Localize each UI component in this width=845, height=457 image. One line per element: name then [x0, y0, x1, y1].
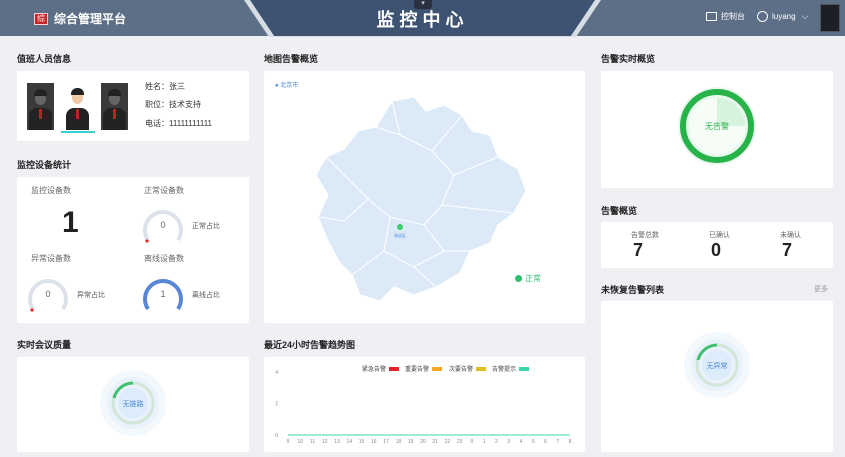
- abnormal-ratio-gauge: 0: [28, 279, 68, 313]
- realtime-alarm-ring: 无告警: [678, 87, 756, 165]
- x-tick-label: 12: [322, 439, 328, 445]
- x-tick-label: 6: [544, 439, 547, 445]
- user-menu-chevron-icon[interactable]: ⌵: [802, 11, 809, 22]
- x-tick-label: 14: [347, 439, 353, 445]
- trend-chart: 0249 10 11 12 13 14 15 16 17 18 19 20 21 22 23 0 1 2 3 4 5 6 7…: [275, 370, 572, 445]
- staff-avatar-left: [27, 83, 54, 130]
- x-tick-label: 22: [445, 439, 451, 445]
- devices-card: 监控设备数 1 正常设备数 0 正常占比 异常设备数 0 异常占比 离线设备数 …: [17, 177, 249, 323]
- abnormal-devices-label: 异常设备数: [31, 254, 71, 263]
- x-tick-label: 0: [471, 439, 474, 445]
- more-link[interactable]: 更多: [814, 284, 828, 294]
- x-tick-label: 18: [396, 439, 402, 445]
- alarm-unconfirmed-value[interactable]: 7: [782, 240, 792, 261]
- beijing-map[interactable]: 海淀区: [304, 91, 544, 321]
- x-tick-label: 10: [297, 439, 303, 445]
- x-tick-label: 15: [359, 439, 365, 445]
- offline-ratio-label: 离线占比: [192, 292, 220, 299]
- abnormal-gauge-value: 0: [45, 289, 50, 299]
- unrecovered-card: 无异常: [601, 301, 833, 452]
- staff-avatar-current[interactable]: [61, 81, 95, 133]
- x-tick-label: 2: [495, 439, 498, 445]
- x-tick-label: 9: [287, 439, 290, 445]
- x-tick-label: 7: [556, 439, 559, 445]
- trend-card: 紧急告警 重要告警 次要告警 告警提示 0 2 4 9 10 11 12 13 14 15 16 17 18 1…: [264, 357, 585, 452]
- x-tick-label: 13: [334, 439, 340, 445]
- map-section-title: 地图告警概览: [264, 54, 319, 64]
- staff-position: 职位：技术支持: [145, 100, 201, 109]
- console-link[interactable]: 控制台: [721, 11, 745, 22]
- offline-devices-label: 离线设备数: [144, 254, 184, 263]
- alarm-confirmed-label: 已确认: [709, 232, 730, 239]
- y-tick-label: 4: [275, 370, 278, 376]
- staff-phone: 电话：11111111111: [145, 119, 213, 128]
- meeting-card: 无链路: [17, 357, 249, 452]
- realtime-section-title: 告警实时概览: [601, 54, 656, 64]
- status-ok-icon: [515, 275, 522, 282]
- offline-ratio-gauge: 1: [143, 279, 183, 311]
- total-devices-value: 1: [62, 206, 79, 239]
- map-card[interactable]: ● 北京市 海淀区 正常: [264, 71, 585, 323]
- page-title: 监控中心: [376, 10, 469, 30]
- x-tick-label: 5: [532, 439, 535, 445]
- meeting-section-title: 实时会议质量: [17, 340, 72, 350]
- x-tick-label: 23: [457, 439, 463, 445]
- y-tick-label: 2: [275, 402, 278, 408]
- map-status-legend: 正常: [515, 273, 541, 284]
- y-tick-label: 0: [275, 433, 278, 439]
- staff-section-title: 值班人员信息: [17, 54, 72, 64]
- alarm-unconfirmed-label: 未确认: [780, 232, 801, 239]
- x-tick-label: 4: [520, 439, 523, 445]
- overview-card: 告警总数 7 已确认 0 未确认 7: [601, 222, 833, 268]
- map-marker-label: 海淀区: [394, 232, 406, 238]
- alarm-total-label: 告警总数: [631, 232, 659, 239]
- chevron-down-icon[interactable]: ▾: [414, 0, 432, 9]
- normal-ratio-label: 正常占比: [192, 223, 220, 230]
- staff-name: 姓名：张三: [145, 82, 185, 91]
- devices-section-title: 监控设备统计: [17, 160, 72, 170]
- total-devices-label: 监控设备数: [31, 186, 71, 195]
- abnormal-ratio-label: 异常占比: [77, 292, 105, 299]
- x-tick-label: 3: [507, 439, 510, 445]
- alarm-confirmed-value[interactable]: 0: [711, 240, 721, 261]
- normal-gauge-value: 0: [160, 220, 165, 230]
- unrecovered-section-title: 未恢复告警列表: [601, 285, 665, 295]
- x-tick-label: 21: [432, 439, 438, 445]
- x-tick-label: 19: [408, 439, 414, 445]
- user-avatar-icon[interactable]: [757, 11, 768, 22]
- x-tick-label: 16: [371, 439, 377, 445]
- brand[interactable]: 综 综合管理平台: [34, 10, 126, 27]
- unrecovered-status: 无异常: [707, 361, 728, 370]
- x-tick-label: 1: [483, 439, 486, 445]
- staff-card: 姓名：张三 职位：技术支持 电话：11111111111: [17, 71, 249, 141]
- brand-name: 综合管理平台: [54, 12, 127, 26]
- exit-fullscreen-icon[interactable]: [820, 4, 840, 32]
- alarm-total-value[interactable]: 7: [633, 240, 643, 261]
- x-tick-label: 11: [310, 439, 315, 445]
- x-tick-label: 20: [420, 439, 426, 445]
- normal-devices-label: 正常设备数: [144, 186, 184, 195]
- normal-ratio-gauge: 0: [143, 210, 183, 244]
- meeting-quality-ring: 无链路: [100, 370, 166, 436]
- brand-logo-icon: 综: [34, 12, 48, 25]
- realtime-status: 无告警: [705, 121, 729, 131]
- map-region-legend[interactable]: ● 北京市: [275, 80, 298, 89]
- unrecovered-ring: 无异常: [684, 332, 750, 398]
- map-status-label: 正常: [525, 274, 541, 283]
- offline-gauge-value: 1: [160, 289, 165, 299]
- map-marker-haidian[interactable]: [397, 224, 403, 230]
- x-tick-label: 17: [383, 439, 389, 445]
- username[interactable]: luyang: [772, 12, 796, 21]
- console-icon[interactable]: [706, 12, 717, 21]
- realtime-card: 无告警: [601, 71, 833, 188]
- overview-section-title: 告警概览: [601, 206, 638, 216]
- map-region-label: 北京市: [280, 83, 299, 89]
- x-tick-label: 8: [569, 439, 572, 445]
- meeting-status: 无链路: [123, 399, 144, 408]
- header-actions: 控制台 luyang ⌵: [706, 11, 808, 22]
- staff-avatar-right: [101, 83, 128, 130]
- trend-section-title: 最近24小时告警趋势图: [264, 340, 356, 350]
